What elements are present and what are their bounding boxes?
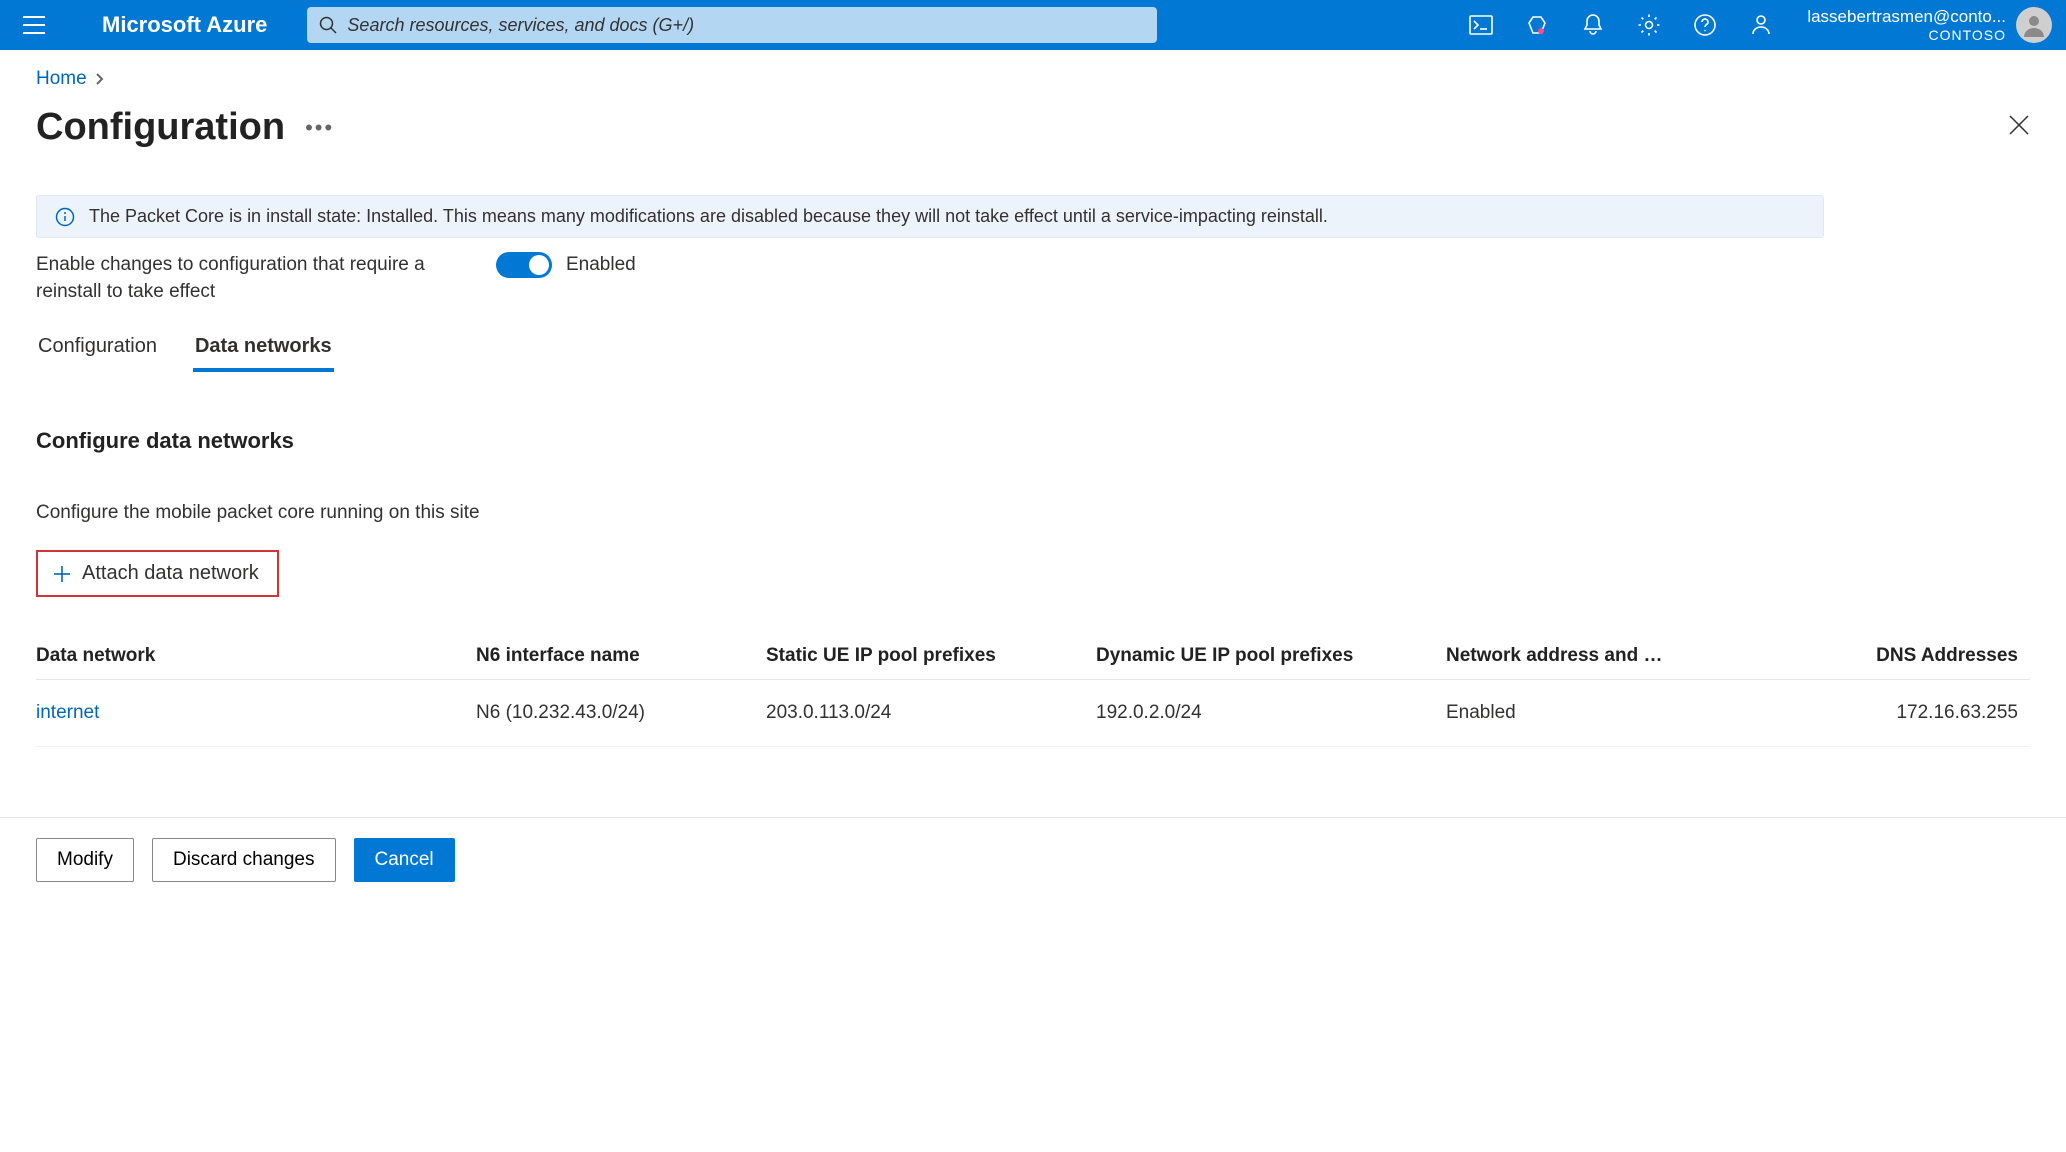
plus-icon (52, 564, 72, 584)
toggle-label: Enable changes to configuration that req… (36, 252, 436, 305)
modify-button[interactable]: Modify (36, 838, 134, 882)
table-row[interactable]: internet N6 (10.232.43.0/24) 203.0.113.0… (36, 680, 2030, 747)
notifications-icon[interactable] (1579, 11, 1607, 39)
top-icon-group (1467, 11, 1775, 39)
top-bar: Microsoft Azure Search resources, servic… (0, 0, 2066, 50)
cancel-button[interactable]: Cancel (354, 838, 455, 882)
cell-dns: 172.16.63.255 (1746, 702, 2030, 724)
attach-data-network-button[interactable]: Attach data network (36, 550, 279, 597)
cell-nat: Enabled (1446, 702, 1746, 724)
info-icon (55, 207, 75, 227)
cell-static-ip: 203.0.113.0/24 (766, 702, 1096, 724)
footer-actions: Modify Discard changes Cancel (0, 817, 2066, 902)
account-tenant: CONTOSO (1807, 27, 2006, 43)
info-bar: The Packet Core is in install state: Ins… (36, 195, 1824, 238)
cell-n6: N6 (10.232.43.0/24) (476, 702, 766, 724)
settings-icon[interactable] (1635, 11, 1663, 39)
tab-configuration[interactable]: Configuration (36, 331, 159, 372)
th-dynamic-ip[interactable]: Dynamic UE IP pool prefixes (1096, 645, 1446, 667)
th-static-ip[interactable]: Static UE IP pool prefixes (766, 645, 1096, 667)
cell-data-network[interactable]: internet (36, 702, 476, 724)
cell-dynamic-ip: 192.0.2.0/24 (1096, 702, 1446, 724)
table-header: Data network N6 interface name Static UE… (36, 633, 2030, 680)
cloud-shell-icon[interactable] (1467, 11, 1495, 39)
th-data-network[interactable]: Data network (36, 645, 476, 667)
tab-data-networks[interactable]: Data networks (193, 331, 334, 372)
discard-button[interactable]: Discard changes (152, 838, 336, 882)
account-block[interactable]: lassebertrasmen@conto... CONTOSO (1807, 7, 2052, 43)
more-icon[interactable]: ••• (305, 115, 334, 141)
section-title: Configure data networks (36, 428, 2030, 454)
data-networks-table: Data network N6 interface name Static UE… (36, 633, 2030, 747)
breadcrumb: Home (36, 68, 2030, 90)
search-placeholder: Search resources, services, and docs (G+… (347, 15, 694, 36)
toggle-state-label: Enabled (566, 254, 636, 276)
copilot-icon[interactable] (1523, 11, 1551, 39)
account-email: lassebertrasmen@conto... (1807, 7, 2006, 27)
section-subtitle: Configure the mobile packet core running… (36, 502, 2030, 524)
chevron-right-icon (95, 72, 105, 86)
page-title: Configuration (36, 106, 285, 149)
attach-data-network-label: Attach data network (82, 562, 259, 585)
search-icon (319, 16, 337, 34)
th-n6[interactable]: N6 interface name (476, 645, 766, 667)
help-icon[interactable] (1691, 11, 1719, 39)
close-icon[interactable] (2008, 114, 2030, 141)
info-text: The Packet Core is in install state: Ins… (89, 206, 1328, 227)
menu-icon[interactable] (14, 16, 54, 34)
avatar[interactable] (2016, 7, 2052, 43)
th-dns[interactable]: DNS Addresses (1746, 645, 2030, 667)
feedback-icon[interactable] (1747, 11, 1775, 39)
enable-changes-toggle[interactable] (496, 252, 552, 278)
breadcrumb-home[interactable]: Home (36, 68, 87, 90)
search-input[interactable]: Search resources, services, and docs (G+… (307, 7, 1157, 43)
tabs: Configuration Data networks (36, 331, 2030, 372)
brand-label[interactable]: Microsoft Azure (102, 12, 267, 38)
th-nat[interactable]: Network address and … (1446, 645, 1746, 667)
